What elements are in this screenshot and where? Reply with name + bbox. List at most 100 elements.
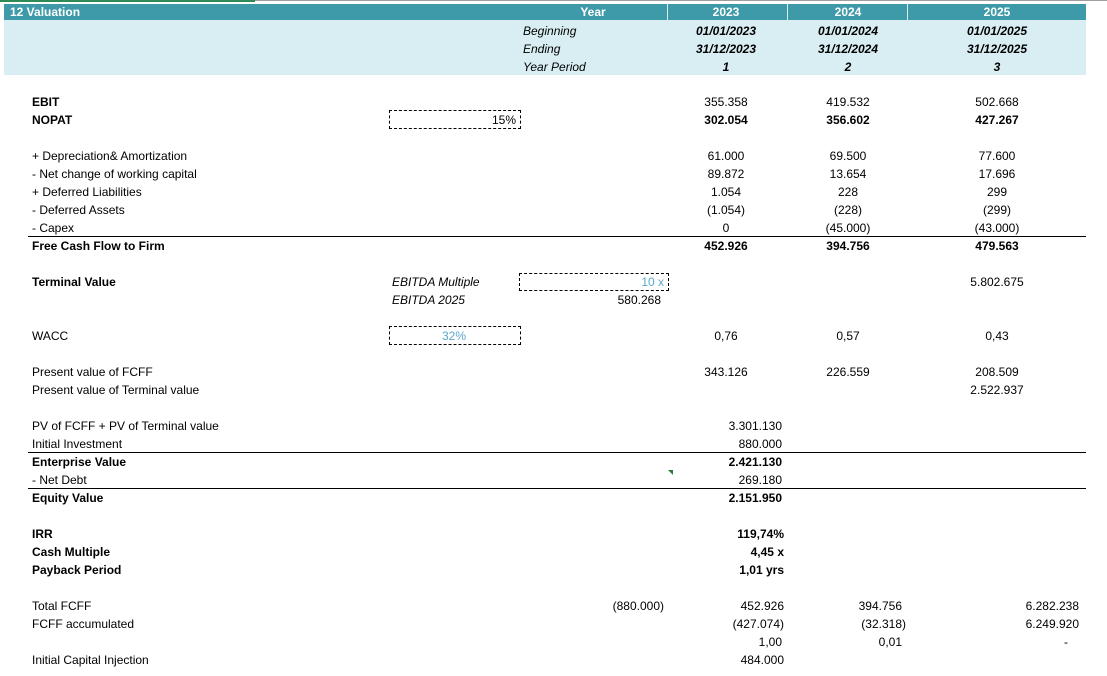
ebit-2024[interactable]: 419.532	[826, 95, 869, 109]
adj-value[interactable]: 61.000	[708, 149, 745, 163]
beginning-label: Beginning	[523, 24, 577, 38]
ending-2023[interactable]: 31/12/2023	[696, 42, 756, 56]
fcff-2025[interactable]: 479.563	[975, 239, 1018, 253]
net-debt-value[interactable]: 269.180	[739, 473, 782, 487]
pv-fcff-2025[interactable]: 208.509	[975, 365, 1018, 379]
fcff-2023[interactable]: 452.926	[704, 239, 747, 253]
enterprise-value[interactable]: 2.421.130	[729, 455, 782, 469]
year-2023-header[interactable]: 2023	[713, 5, 740, 19]
equity-divider	[28, 488, 1086, 489]
cell-comment-indicator[interactable]	[668, 470, 673, 475]
nopat-label: NOPAT	[32, 113, 73, 127]
year-label: Year	[580, 5, 606, 19]
adj-value[interactable]: (43.000)	[975, 221, 1020, 235]
capital-injection-label: Initial Capital Injection	[32, 653, 149, 667]
ending-2024[interactable]: 31/12/2024	[818, 42, 878, 56]
total-fcff-label: Total FCFF	[32, 599, 92, 613]
beginning-2025[interactable]: 01/01/2025	[967, 24, 1027, 38]
pv-fcff-2024[interactable]: 226.559	[826, 365, 869, 379]
pv-tv-label: Present value of Terminal value	[32, 383, 200, 397]
enterprise-value-label: Enterprise Value	[32, 455, 127, 469]
adj-label: + Deferred Liabilities	[32, 185, 142, 199]
summary-value[interactable]: 880.000	[739, 437, 782, 451]
ratio-2023[interactable]: 1,00	[759, 635, 782, 649]
adj-value[interactable]: 1.054	[711, 185, 741, 199]
total-fcff-2023[interactable]: 452.926	[741, 599, 784, 613]
payback-period-value[interactable]: 1,01 yrs	[739, 563, 784, 577]
payback-period-label: Payback Period	[32, 563, 122, 577]
ebit-label: EBIT	[32, 95, 60, 109]
terminal-value-2025[interactable]: 5.802.675	[970, 275, 1023, 289]
pv-tv-2025[interactable]: 2.522.937	[970, 383, 1023, 397]
adj-value[interactable]: (299)	[983, 203, 1011, 217]
beginning-2024[interactable]: 01/01/2024	[818, 24, 878, 38]
ev-divider	[28, 452, 1086, 453]
period-2023[interactable]: 1	[723, 60, 730, 74]
adj-value[interactable]: 228	[838, 185, 858, 199]
ratio-2024[interactable]: 0,01	[879, 635, 902, 649]
beginning-2023[interactable]: 01/01/2023	[696, 24, 756, 38]
summary-value[interactable]: 3.301.130	[729, 419, 782, 433]
ebit-2025[interactable]: 502.668	[975, 95, 1018, 109]
adj-value[interactable]: (228)	[834, 203, 862, 217]
ending-2025[interactable]: 31/12/2025	[967, 42, 1027, 56]
adj-label: - Deferred Assets	[32, 203, 125, 217]
capital-injection-value[interactable]: 484.000	[741, 653, 784, 667]
section-title: 12 Valuation	[10, 5, 81, 19]
fcff-accum-label: FCFF accumulated	[32, 617, 135, 631]
cash-multiple-label: Cash Multiple	[32, 545, 111, 559]
fcff-accum-2025[interactable]: 6.249.920	[1026, 617, 1079, 631]
wacc-label: WACC	[32, 329, 69, 343]
top-grey-line	[255, 0, 1107, 1]
year-2024-header[interactable]: 2024	[835, 5, 862, 19]
nopat-2023[interactable]: 302.054	[704, 113, 747, 127]
pv-fcff-label: Present value of FCFF	[32, 365, 153, 379]
adj-value[interactable]: 77.600	[979, 149, 1016, 163]
adj-label: - Net change of working capital	[32, 167, 197, 181]
cash-multiple-value[interactable]: 4,45 x	[751, 545, 784, 559]
fcff-accum-2024[interactable]: (32.318)	[861, 617, 906, 631]
adj-value[interactable]: 89.872	[708, 167, 745, 181]
irr-value[interactable]: 119,74%	[737, 527, 784, 541]
adj-label: - Capex	[32, 221, 75, 235]
total-fcff-2025[interactable]: 6.282.238	[1026, 599, 1079, 613]
fcff-2024[interactable]: 394.756	[826, 239, 869, 253]
ebitda-2025-value[interactable]: 580.268	[618, 293, 661, 307]
equity-value[interactable]: 2.151.950	[729, 491, 782, 505]
discount-2025[interactable]: 0,43	[985, 329, 1008, 343]
adj-value[interactable]: 0	[723, 221, 730, 235]
total-fcff-2024[interactable]: 394.756	[859, 599, 902, 613]
section-header: 12 Valuation	[4, 4, 1086, 20]
adj-value[interactable]: 17.696	[979, 167, 1016, 181]
tax-rate-value: 15%	[491, 113, 516, 127]
ebitda-multiple-value: 10 x	[641, 275, 664, 289]
year-2025-header[interactable]: 2025	[984, 5, 1011, 19]
period-2024[interactable]: 2	[845, 60, 852, 74]
fcff-divider	[28, 236, 1086, 237]
adj-value[interactable]: (1.054)	[707, 203, 745, 217]
nopat-2024[interactable]: 356.602	[826, 113, 869, 127]
discount-2023[interactable]: 0,76	[714, 329, 737, 343]
wacc-value: 32%	[441, 329, 467, 343]
ratio-2025[interactable]: -	[1064, 635, 1068, 649]
fcff-accum-2023[interactable]: (427.074)	[733, 617, 784, 631]
adj-value[interactable]: 299	[987, 185, 1007, 199]
total-fcff-initial[interactable]: (880.000)	[613, 599, 664, 613]
top-accent-line	[0, 0, 255, 2]
adj-value[interactable]: (45.000)	[826, 221, 871, 235]
column-divider	[667, 4, 668, 20]
nopat-2025[interactable]: 427.267	[975, 113, 1018, 127]
year-period-label: Year Period	[523, 60, 586, 74]
summary-label: Initial Investment	[32, 437, 123, 451]
adj-value[interactable]: 13.654	[830, 167, 867, 181]
ebit-2023[interactable]: 355.358	[704, 95, 747, 109]
column-divider	[907, 4, 908, 20]
fcff-label: Free Cash Flow to Firm	[32, 239, 165, 253]
ending-label: Ending	[523, 42, 561, 56]
discount-2024[interactable]: 0,57	[836, 329, 859, 343]
period-2025[interactable]: 3	[994, 60, 1001, 74]
pv-fcff-2023[interactable]: 343.126	[704, 365, 747, 379]
adj-value[interactable]: 69.500	[830, 149, 867, 163]
equity-value-label: Equity Value	[32, 491, 104, 505]
irr-label: IRR	[32, 527, 53, 541]
